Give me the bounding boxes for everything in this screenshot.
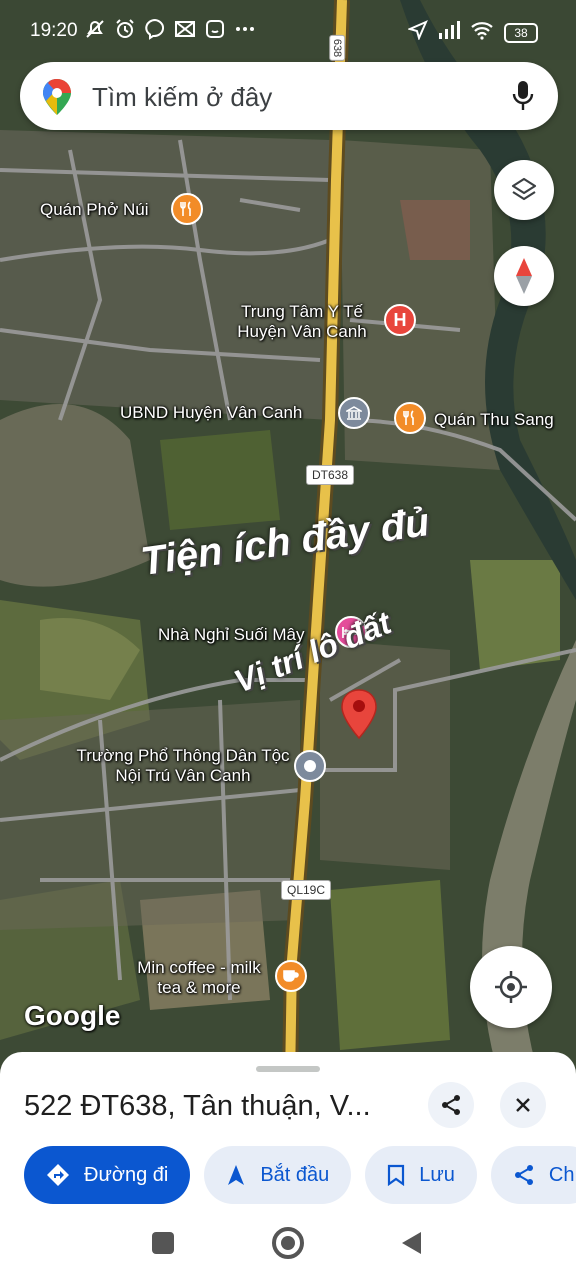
drag-handle[interactable] xyxy=(256,1066,320,1072)
system-nav-bar xyxy=(0,1212,576,1280)
compass-button[interactable] xyxy=(494,246,554,306)
poi-label[interactable]: Nhà Nghỉ Suối Mây xyxy=(158,625,304,645)
my-location-icon xyxy=(495,971,527,1003)
poi-label[interactable]: Trung Tâm Y Tế Huyện Vân Canh xyxy=(222,302,382,342)
poi-label[interactable]: Trường Phổ Thông Dân Tộc Nội Trú Vân Can… xyxy=(74,746,292,786)
poi-label[interactable]: UBND Huyện Vân Canh xyxy=(120,403,302,423)
share-chip-button[interactable]: Ch xyxy=(490,1146,576,1204)
clock: 19:20 xyxy=(30,20,78,41)
layers-icon xyxy=(511,177,537,201)
restaurant-icon[interactable] xyxy=(171,193,203,225)
start-button[interactable]: Bắt đầu xyxy=(204,1146,352,1204)
share-label: Ch xyxy=(548,1163,575,1186)
search-bar[interactable]: Tìm kiếm ở đây xyxy=(20,62,558,130)
save-label: Lưu xyxy=(419,1163,455,1186)
google-maps-logo-icon xyxy=(43,79,71,115)
directions-label: Đường đi xyxy=(84,1163,169,1186)
close-icon xyxy=(516,1098,530,1112)
signal-icon xyxy=(438,21,460,44)
layers-button[interactable] xyxy=(494,160,554,220)
back-button[interactable] xyxy=(402,1232,421,1254)
face-icon xyxy=(204,18,226,40)
compass-icon xyxy=(516,258,532,294)
directions-icon xyxy=(47,1164,69,1186)
share-icon xyxy=(442,1095,460,1115)
mail-icon xyxy=(174,18,196,40)
more-dots-icon xyxy=(234,18,256,40)
status-bar: 19:20 38 xyxy=(0,0,576,60)
save-button[interactable]: Lưu xyxy=(365,1146,477,1204)
place-address: 522 ĐT638, Tân thuận, V... xyxy=(24,1090,371,1122)
poi-label[interactable]: Min coffee - milk tea & more xyxy=(124,958,274,998)
road-label: QL19C xyxy=(281,880,332,900)
mute-icon xyxy=(84,18,106,40)
government-icon[interactable] xyxy=(338,397,370,429)
location-icon xyxy=(407,20,428,45)
directions-button[interactable]: Đường đi xyxy=(24,1146,191,1204)
start-label: Bắt đầu xyxy=(260,1163,330,1186)
location-pin-icon[interactable] xyxy=(340,688,378,740)
restaurant-icon[interactable] xyxy=(394,402,426,434)
poi-label[interactable]: Quán Phở Núi xyxy=(40,200,148,220)
share-button[interactable] xyxy=(428,1082,474,1128)
search-input[interactable]: Tìm kiếm ở đây xyxy=(92,82,272,113)
battery-icon: 38 xyxy=(504,22,538,43)
cafe-icon[interactable] xyxy=(275,960,307,992)
google-watermark: Google xyxy=(24,1000,121,1031)
map-view[interactable]: 638 DT638 QL19C Quán Phở Núi Trung Tâm Y… xyxy=(0,0,576,1080)
my-location-button[interactable] xyxy=(470,946,552,1028)
close-button[interactable] xyxy=(500,1082,546,1128)
share-icon xyxy=(514,1165,533,1185)
recents-button[interactable] xyxy=(152,1232,174,1254)
hospital-icon[interactable]: H xyxy=(384,304,416,336)
road-label: DT638 xyxy=(306,465,355,485)
bookmark-icon xyxy=(388,1164,405,1186)
school-icon[interactable] xyxy=(294,750,326,782)
navigation-arrow-icon xyxy=(228,1165,245,1185)
microphone-icon[interactable] xyxy=(512,80,534,112)
alarm-icon xyxy=(114,18,136,40)
messenger-icon xyxy=(144,18,166,40)
home-button[interactable] xyxy=(272,1227,304,1259)
poi-label[interactable]: Quán Thu Sang xyxy=(434,410,554,430)
wifi-icon xyxy=(470,20,494,45)
